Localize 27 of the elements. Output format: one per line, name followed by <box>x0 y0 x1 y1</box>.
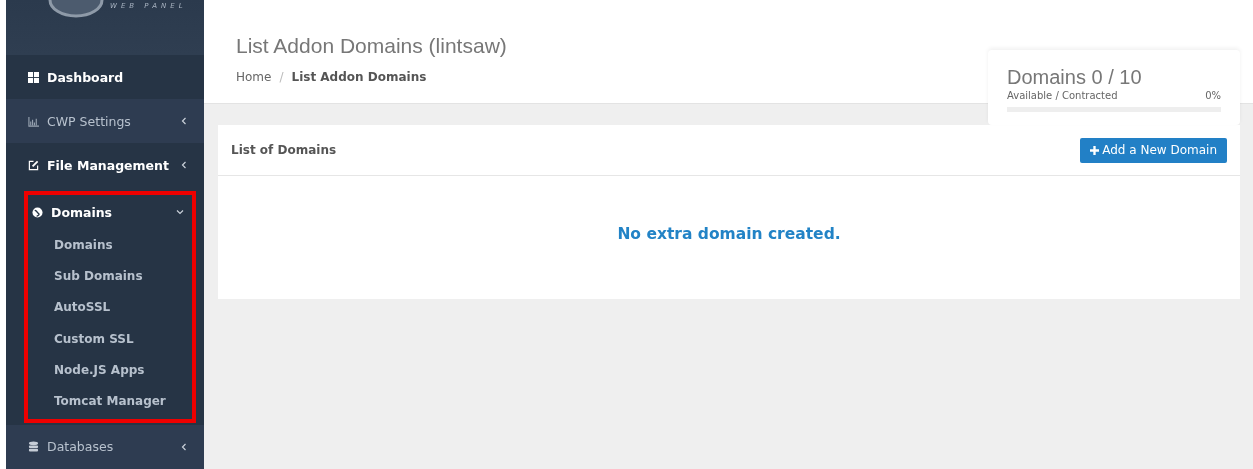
submenu-item[interactable]: Custom SSL <box>28 322 192 355</box>
stats-title: Domains 0 / 10 <box>1007 66 1143 89</box>
sidebar-item[interactable]: Domains <box>28 195 192 229</box>
sidebar-item[interactable]: Dashboard <box>6 55 204 99</box>
submenu-item[interactable]: Tomcat Manager <box>28 385 192 417</box>
panel-title: List of Domains <box>231 143 337 157</box>
page-title: List Addon Domains (lintsaw) <box>236 34 508 58</box>
stats-caption: Available / Contracted <box>1007 90 1118 101</box>
breadcrumb-separator: / <box>279 70 284 84</box>
stats-percent: 0% <box>1205 90 1221 101</box>
add-domain-button[interactable]: Add a New Domain <box>1080 137 1227 163</box>
breadcrumb-item: List Addon Domains <box>291 70 427 84</box>
empty-message: No extra domain created. <box>616 225 842 243</box>
sidebar-item[interactable]: File Management <box>6 143 204 187</box>
sidebar-item[interactable]: CWP Settings <box>6 99 204 143</box>
breadcrumb-item[interactable]: Home <box>236 70 272 84</box>
database-icon <box>28 441 39 453</box>
sidebar-item[interactable]: Databases <box>6 424 204 469</box>
edit-icon <box>28 159 39 171</box>
submenu-item[interactable]: Domains <box>28 229 192 261</box>
globe-icon <box>32 206 43 218</box>
bar-chart-icon <box>28 115 39 127</box>
submenu-item[interactable]: Node.JS Apps <box>28 354 192 386</box>
grid-icon <box>28 71 39 83</box>
submenu-item[interactable]: AutoSSL <box>28 291 192 323</box>
plus-icon <box>1090 145 1100 155</box>
submenu-item[interactable]: Sub Domains <box>28 260 192 292</box>
